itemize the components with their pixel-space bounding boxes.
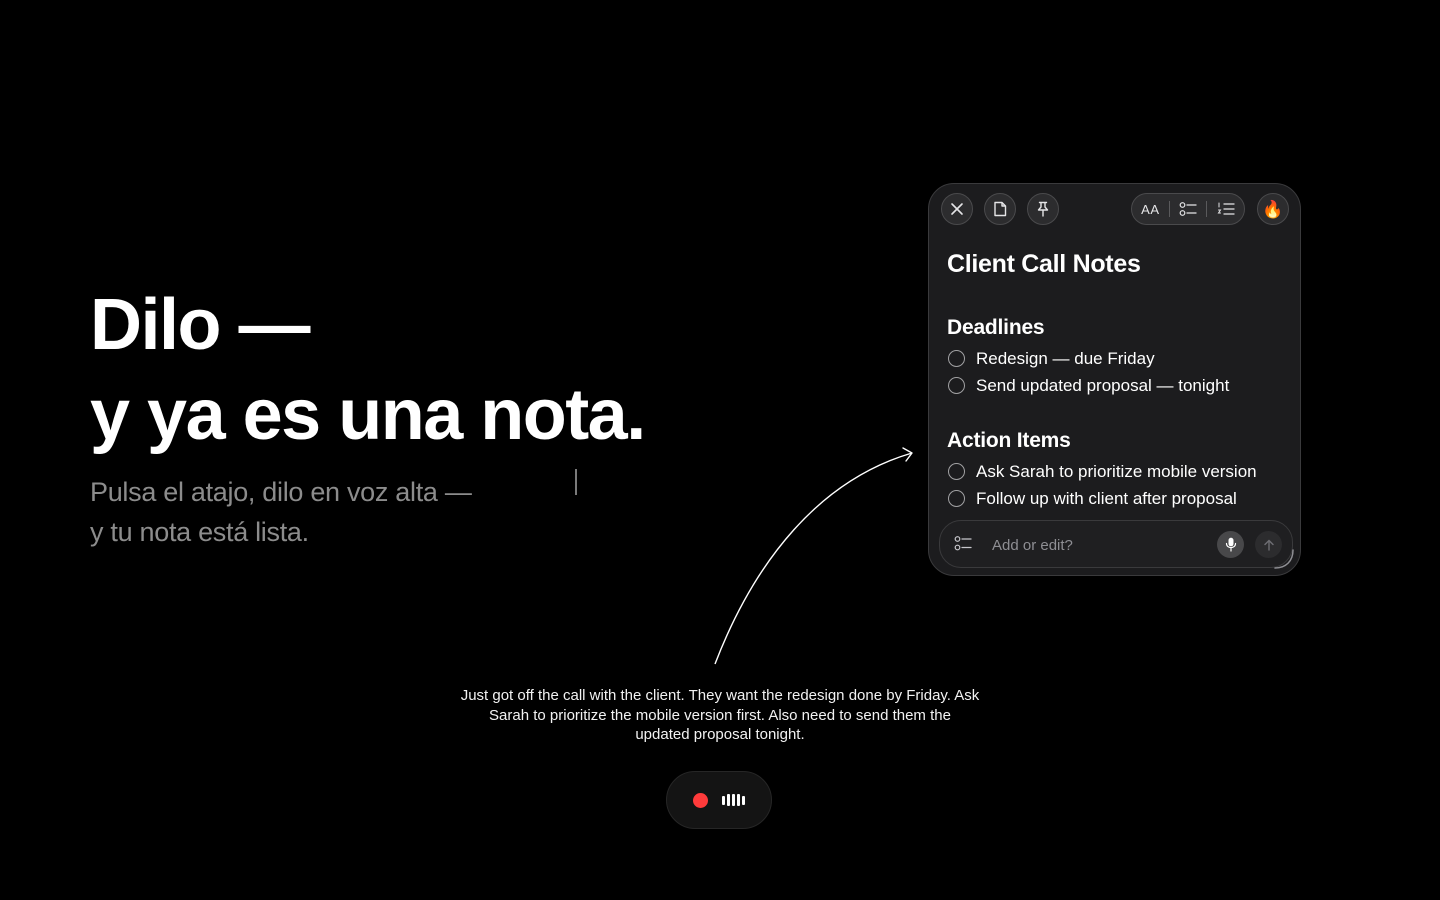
pin-button[interactable] — [1027, 193, 1059, 225]
section-heading: Deadlines — [947, 316, 1045, 339]
checklist-icon[interactable] — [954, 535, 972, 552]
hero-subtitle-line-1: Pulsa el atajo, dilo en voz alta — — [90, 477, 472, 507]
hero: Dilo — y ya es una nota. Pulsa el atajo,… — [90, 280, 790, 552]
text-size-icon: AA — [1141, 201, 1160, 217]
add-or-edit-input[interactable] — [990, 531, 1204, 559]
fire-icon: 🔥 — [1262, 199, 1284, 219]
close-icon — [951, 203, 963, 215]
microphone-icon — [1225, 537, 1236, 552]
recording-indicator[interactable] — [666, 771, 772, 829]
hero-title-line-2: y ya es una nota. — [90, 375, 646, 455]
checkbox-icon[interactable] — [948, 350, 965, 367]
note-title: Client Call Notes — [947, 250, 1141, 278]
numbered-list-button[interactable] — [1207, 194, 1244, 224]
section-action-items: Action Items Ask Sarah to prioritize mob… — [947, 429, 1292, 512]
checkbox-icon[interactable] — [948, 377, 965, 394]
hero-title: Dilo — y ya es una nota. — [90, 280, 790, 460]
text-cursor — [575, 469, 577, 495]
section-deadlines: Deadlines Redesign — due Friday Send upd… — [947, 316, 1292, 399]
task-text: Follow up with client after proposal — [976, 488, 1237, 508]
close-button[interactable] — [941, 193, 973, 225]
format-toolbar: AA — [1131, 193, 1245, 225]
task-text: Redesign — due Friday — [976, 348, 1155, 368]
hero-subtitle: Pulsa el atajo, dilo en voz alta — y tu … — [90, 472, 790, 552]
streak-button[interactable]: 🔥 — [1257, 193, 1289, 225]
section-heading: Action Items — [947, 429, 1071, 452]
resize-handle-icon[interactable] — [1271, 546, 1297, 572]
new-note-button[interactable] — [984, 193, 1016, 225]
record-dot-icon — [693, 792, 708, 808]
task-item[interactable]: Follow up with client after proposal — [947, 485, 1292, 512]
numbered-list-icon — [1217, 202, 1235, 215]
checkbox-icon[interactable] — [948, 463, 965, 480]
waveform-icon — [722, 792, 745, 808]
add-or-edit-bar — [939, 520, 1293, 568]
arrow-icon — [714, 447, 913, 665]
checkbox-icon[interactable] — [948, 490, 965, 507]
text-size-button[interactable]: AA — [1132, 194, 1169, 224]
task-item[interactable]: Send updated proposal — tonight — [947, 372, 1292, 399]
note-icon — [994, 201, 1007, 217]
pin-icon — [1037, 201, 1049, 217]
note-window: AA 🔥 Client Call Notes Deadlines Redesig… — [928, 183, 1301, 576]
hero-subtitle-line-2: y tu nota está lista. — [90, 517, 309, 547]
checklist-icon — [1179, 202, 1197, 216]
task-text: Ask Sarah to prioritize mobile version — [976, 461, 1257, 481]
checklist-button[interactable] — [1170, 194, 1207, 224]
task-item[interactable]: Redesign — due Friday — [947, 345, 1292, 372]
task-item[interactable]: Ask Sarah to prioritize mobile version — [947, 458, 1292, 485]
hero-title-line-1: Dilo — — [90, 285, 311, 365]
task-text: Send updated proposal — tonight — [976, 375, 1230, 395]
microphone-button[interactable] — [1217, 531, 1244, 558]
voice-transcript: Just got off the call with the client. T… — [460, 687, 980, 743]
